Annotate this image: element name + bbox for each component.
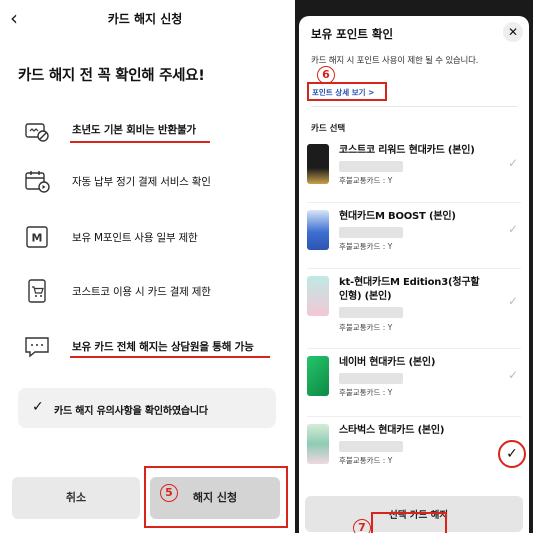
m-point-icon: M	[24, 224, 50, 250]
highlight-box	[371, 512, 447, 533]
confirm-label: 카드 해지 유의사항을 확인하였습니다	[54, 406, 208, 417]
notice-text-full-cancel: 보유 카드 전체 해지는 상담원을 통해 가능	[72, 341, 254, 353]
section-label: 카드 선택	[311, 124, 346, 134]
card-name-line-1: kt-현대카드M Edition3(청구할	[339, 277, 480, 288]
page-title: 카드 해지 신청	[107, 12, 183, 26]
notice-item-auto-payment	[24, 166, 50, 196]
highlight-box	[307, 82, 387, 101]
card-fee-icon	[24, 118, 50, 144]
svg-text:M: M	[32, 232, 43, 245]
calendar-payment-icon	[24, 168, 50, 194]
divider	[307, 268, 521, 269]
divider	[307, 348, 521, 349]
card-image	[307, 210, 329, 250]
notice-item-m-point: M	[24, 222, 50, 252]
divider	[307, 416, 521, 417]
card-name: 코스트코 리워드 현대카드 (본인)	[339, 145, 475, 156]
check-icon: ✓	[508, 156, 519, 170]
transit-status: 후불교통카드 : Y	[339, 456, 393, 465]
highlight-underline	[70, 356, 270, 358]
notice-text-annual-fee: 초년도 기본 회비는 반환불가	[72, 124, 196, 136]
cart-icon	[24, 278, 50, 304]
step-number-badge: 7	[353, 519, 371, 533]
masked-card-number	[339, 227, 403, 238]
card-option-selected[interactable]: 스타벅스 현대카드 (본인) 후불교통카드 : Y	[299, 420, 529, 486]
transit-status: 후불교통카드 : Y	[339, 323, 393, 332]
masked-card-number	[339, 161, 403, 172]
notice-text-costco: 코스트코 이용 시 카드 결제 제한	[72, 286, 211, 298]
step-number-badge: 5	[160, 484, 178, 502]
notice-item-costco	[24, 276, 50, 306]
masked-card-number	[339, 373, 403, 384]
check-icon: ✓	[508, 222, 519, 236]
sheet-description: 카드 해지 시 포인트 사용이 제한 될 수 있습니다.	[311, 56, 479, 66]
card-name: 네이버 현대카드 (본인)	[339, 357, 436, 368]
check-icon: ✓	[32, 399, 44, 415]
card-option[interactable]: 현대카드M BOOST (본인) 후불교통카드 : Y ✓	[299, 206, 529, 272]
notice-headline: 카드 해지 전 꼭 확인해 주세요!	[18, 68, 205, 84]
cancel-application-screen: ‹ 카드 해지 신청 카드 해지 전 꼭 확인해 주세요! 초년도 기본 회비는…	[0, 0, 290, 533]
divider	[307, 202, 521, 203]
transit-status: 후불교통카드 : Y	[339, 242, 393, 251]
sheet-title: 보유 포인트 확인	[311, 27, 394, 41]
notice-item-full-cancel	[24, 332, 50, 362]
divider	[311, 106, 517, 107]
notice-item-annual-fee	[24, 116, 50, 146]
card-name-line-2: 인형) (본인)	[339, 291, 392, 302]
card-option[interactable]: 코스트코 리워드 현대카드 (본인) 후불교통카드 : Y ✓	[299, 140, 529, 206]
card-name: 현대카드M BOOST (본인)	[339, 211, 456, 222]
check-icon: ✓	[508, 294, 519, 308]
card-option[interactable]: 네이버 현대카드 (본인) 후불교통카드 : Y ✓	[299, 352, 529, 418]
transit-status: 후불교통카드 : Y	[339, 388, 393, 397]
header: ‹ 카드 해지 신청	[0, 0, 290, 38]
chat-bubble-icon	[24, 334, 50, 360]
masked-card-number	[339, 307, 403, 318]
card-image	[307, 424, 329, 464]
selected-check-icon: ✓	[498, 440, 526, 468]
notice-text-auto-payment: 자동 납부 정기 결제 서비스 확인	[72, 176, 211, 188]
cancel-button[interactable]: 취소	[12, 477, 140, 519]
card-name: 스타벅스 현대카드 (본인)	[339, 425, 445, 436]
confirm-checkbox[interactable]: ✓ 카드 해지 유의사항을 확인하였습니다	[18, 388, 276, 428]
masked-card-number	[339, 441, 403, 452]
close-icon[interactable]: ✕	[503, 22, 523, 42]
bottom-sheet: 보유 포인트 확인 ✕ 카드 해지 시 포인트 사용이 제한 될 수 있습니다.…	[299, 16, 529, 533]
notice-text-m-point: 보유 M포인트 사용 일부 제한	[72, 232, 198, 244]
card-image	[307, 144, 329, 184]
point-check-screen: 보유 포인트 확인 ✕ 카드 해지 시 포인트 사용이 제한 될 수 있습니다.…	[295, 0, 533, 533]
highlight-underline	[70, 141, 210, 143]
card-image	[307, 276, 329, 316]
card-option[interactable]: kt-현대카드M Edition3(청구할 인형) (본인) 후불교통카드 : …	[299, 272, 529, 350]
card-image	[307, 356, 329, 396]
check-icon: ✓	[508, 368, 519, 382]
transit-status: 후불교통카드 : Y	[339, 176, 393, 185]
